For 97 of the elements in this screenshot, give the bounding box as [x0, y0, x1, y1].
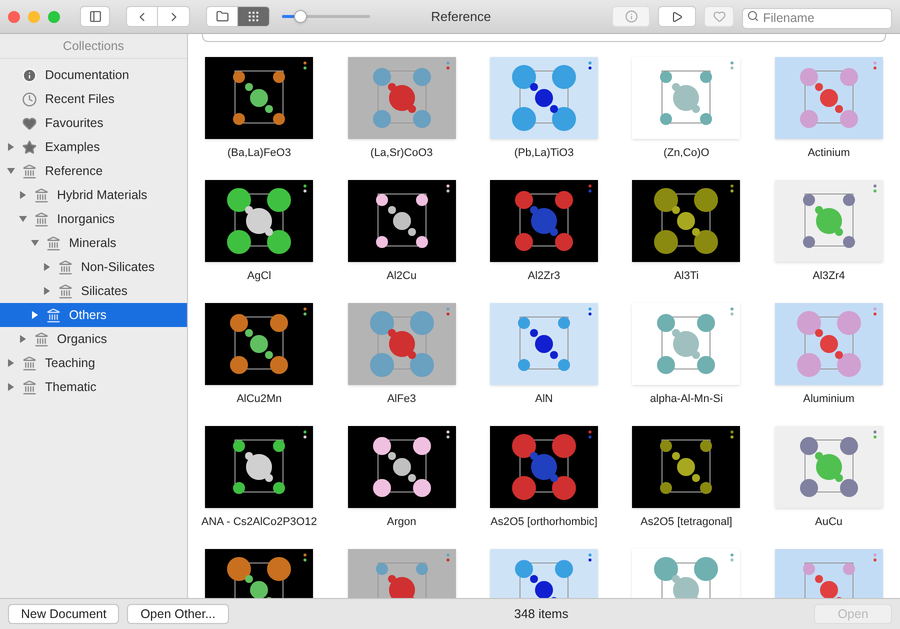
item-label: Thematic	[45, 378, 96, 396]
item-label[interactable]: AlN	[535, 391, 553, 408]
item-label: Inorganics	[57, 210, 115, 228]
item-label: Examples	[45, 138, 100, 156]
item-label: Hybrid Materials	[57, 186, 148, 204]
item-label[interactable]: AlCu2Mn	[236, 391, 282, 408]
item-label[interactable]: AgCl	[247, 268, 272, 284]
info-icon	[22, 68, 37, 82]
sidebar-item[interactable]: Documentation	[0, 63, 187, 87]
sidebar-item[interactable]: Teaching	[0, 351, 187, 375]
sidebar-item[interactable]: Minerals	[0, 231, 187, 255]
item-label[interactable]: AlFe3	[387, 391, 416, 408]
sidebar-item[interactable]: Silicates	[0, 279, 187, 303]
search-field[interactable]: Filename	[742, 8, 892, 28]
item-label[interactable]: Al2Zr3	[528, 268, 560, 284]
expand-arrow-icon[interactable]	[19, 335, 27, 343]
item-label[interactable]: As2O5 [orthorhombic]	[490, 514, 598, 530]
item-label: Favourites	[45, 114, 104, 132]
building-icon	[58, 260, 73, 274]
sidebar-item[interactable]: Examples	[0, 135, 187, 159]
building-icon	[58, 284, 73, 298]
heart-icon	[22, 116, 37, 130]
item-label: Organics	[57, 330, 108, 348]
bottom-button[interactable]: New Document	[8, 604, 120, 624]
collapse-arrow-icon[interactable]	[19, 215, 27, 223]
item-label[interactable]: Aluminium	[803, 391, 854, 408]
sidebar-item[interactable]: Non-Silicates	[0, 255, 187, 279]
item-label: Documentation	[45, 66, 130, 84]
item-label[interactable]: (Ba,La)FeO3	[227, 145, 291, 162]
expand-arrow-icon[interactable]	[7, 359, 15, 367]
close-button[interactable]	[8, 10, 20, 22]
sidebar-item[interactable]: Others	[0, 303, 187, 327]
building-icon	[22, 164, 37, 178]
item-label: Others	[69, 306, 107, 324]
grid-icon	[247, 10, 260, 23]
bottom-button[interactable]: Open Other...	[127, 604, 228, 624]
building-icon	[22, 356, 37, 370]
item-label: Reference	[45, 162, 103, 180]
building-icon	[34, 332, 49, 346]
item-label[interactable]: As2O5 [tetragonal]	[640, 514, 732, 530]
sidebar-item[interactable]: Organics	[0, 327, 187, 351]
building-icon	[34, 212, 49, 226]
sidebar-item[interactable]: Inorganics	[0, 207, 187, 231]
search-icon	[747, 10, 759, 22]
favourite-button[interactable]	[704, 6, 734, 27]
item-label[interactable]: alpha-Al-Mn-Si	[650, 391, 723, 408]
collapse-arrow-icon[interactable]	[31, 239, 39, 247]
item-label[interactable]: Argon	[386, 514, 416, 530]
sidebar-item[interactable]: Thematic	[0, 375, 187, 399]
play-icon	[671, 10, 683, 22]
heart-icon	[712, 10, 726, 23]
item-label[interactable]: Al3Zr4	[812, 268, 845, 284]
item-label[interactable]: Al2Cu	[386, 268, 417, 284]
folder-icon	[216, 10, 228, 23]
forward-button[interactable]	[158, 6, 190, 27]
expand-arrow-icon[interactable]	[43, 263, 51, 271]
expand-arrow-icon[interactable]	[7, 143, 15, 151]
item-label[interactable]: AuCu	[815, 514, 843, 530]
building-icon	[22, 380, 37, 394]
item-label: Non-Silicates	[81, 258, 155, 276]
window-title: Reference	[431, 8, 491, 26]
sidebar-icon	[88, 10, 102, 23]
folder-view-button[interactable]	[206, 6, 238, 27]
item-label[interactable]: Al3Ti	[674, 268, 699, 284]
expand-arrow-icon[interactable]	[31, 311, 39, 319]
item-label[interactable]: ANA - Cs2AlCo2P3O12	[201, 514, 317, 530]
zoom-slider[interactable]	[282, 10, 370, 24]
clock-icon	[22, 92, 37, 106]
expand-arrow-icon[interactable]	[7, 383, 15, 391]
item-count: 348 items	[514, 606, 568, 623]
item-label: Silicates	[81, 282, 128, 300]
item-label[interactable]: Actinium	[808, 145, 850, 162]
sidebar-item[interactable]: Favourites	[0, 111, 187, 135]
building-icon	[46, 308, 61, 322]
item-label: Teaching	[45, 354, 96, 372]
building-icon	[34, 188, 49, 202]
play-button[interactable]	[658, 6, 696, 27]
expand-arrow-icon[interactable]	[19, 191, 27, 199]
sidebar-item[interactable]: Recent Files	[0, 87, 187, 111]
star-icon	[22, 140, 37, 154]
sidebar-item[interactable]: Reference	[0, 159, 187, 183]
sidebar-item[interactable]: Hybrid Materials	[0, 183, 187, 207]
sidebar-header: Collections	[62, 38, 124, 55]
item-label[interactable]: (Zn,Co)O	[663, 145, 710, 162]
back-button[interactable]	[126, 6, 158, 27]
item-label[interactable]: (Pb,La)TiO3	[514, 145, 574, 162]
info-icon	[624, 10, 638, 23]
info-button[interactable]	[612, 6, 650, 27]
grid-view-button[interactable]	[238, 6, 270, 27]
item-label: Recent Files	[45, 90, 114, 108]
building-icon	[46, 236, 61, 250]
sidebar-toggle-button[interactable]	[80, 6, 110, 27]
filter-field[interactable]	[202, 34, 886, 42]
item-label: Minerals	[69, 234, 116, 252]
expand-arrow-icon[interactable]	[43, 287, 51, 295]
collapse-arrow-icon[interactable]	[7, 167, 15, 175]
item-label[interactable]: (La,Sr)CoO3	[370, 145, 433, 162]
